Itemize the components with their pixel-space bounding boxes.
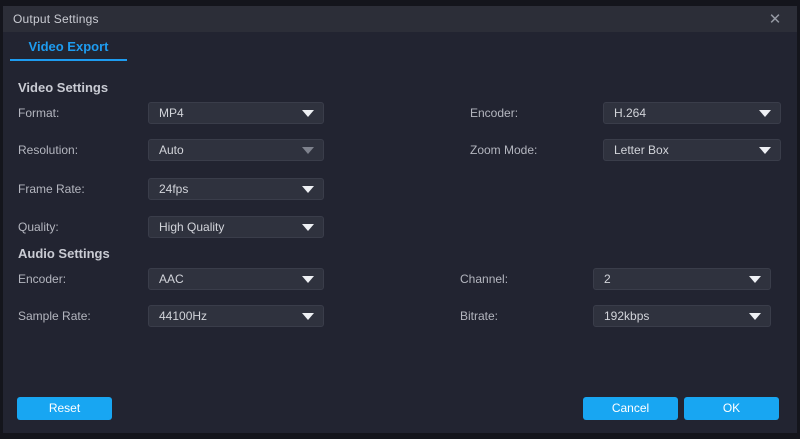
dropdown-value: 2 (604, 269, 611, 289)
field-label-audio-encoder: Encoder: (18, 268, 66, 290)
dropdown-quality[interactable]: High Quality (148, 216, 324, 238)
dropdown-channel[interactable]: 2 (593, 268, 771, 290)
chevron-down-icon (749, 276, 761, 283)
close-icon: ✕ (769, 12, 782, 27)
dropdown-resolution[interactable]: Auto (148, 139, 324, 161)
cancel-button[interactable]: Cancel (583, 397, 678, 420)
reset-button[interactable]: Reset (17, 397, 112, 420)
chevron-down-icon (749, 313, 761, 320)
dropdown-value: Letter Box (614, 140, 669, 160)
chevron-down-icon (302, 313, 314, 320)
chevron-down-icon (759, 147, 771, 154)
chevron-down-icon (302, 276, 314, 283)
field-label-quality: Quality: (18, 216, 59, 238)
dropdown-zoom-mode[interactable]: Letter Box (603, 139, 781, 161)
dropdown-value: 24fps (159, 179, 188, 199)
field-label-format: Format: (18, 102, 59, 124)
ok-button[interactable]: OK (684, 397, 779, 420)
dropdown-audio-encoder[interactable]: AAC (148, 268, 324, 290)
field-label-channel: Channel: (460, 268, 508, 290)
field-label-encoder: Encoder: (470, 102, 518, 124)
dropdown-value: High Quality (159, 217, 224, 237)
field-label-bitrate: Bitrate: (460, 305, 498, 327)
dropdown-value: AAC (159, 269, 184, 289)
titlebar: Output Settings ✕ (3, 6, 797, 32)
chevron-down-icon (759, 110, 771, 117)
dropdown-encoder[interactable]: H.264 (603, 102, 781, 124)
chevron-down-icon (302, 147, 314, 154)
chevron-down-icon (302, 110, 314, 117)
chevron-down-icon (302, 186, 314, 193)
dropdown-value: 192kbps (604, 306, 649, 326)
dropdown-bitrate[interactable]: 192kbps (593, 305, 771, 327)
close-button[interactable]: ✕ (761, 6, 789, 32)
tab-video-export[interactable]: Video Export (10, 36, 127, 61)
field-label-sample-rate: Sample Rate: (18, 305, 91, 327)
dialog-title: Output Settings (13, 12, 99, 26)
section-heading-video-settings: Video Settings (18, 80, 108, 96)
dropdown-value: Auto (159, 140, 184, 160)
field-label-resolution: Resolution: (18, 139, 78, 161)
dialog-body (3, 32, 797, 433)
field-label-zoom-mode: Zoom Mode: (470, 139, 537, 161)
dropdown-format[interactable]: MP4 (148, 102, 324, 124)
section-heading-audio-settings: Audio Settings (18, 246, 110, 262)
chevron-down-icon (302, 224, 314, 231)
dropdown-frame-rate[interactable]: 24fps (148, 178, 324, 200)
dropdown-sample-rate[interactable]: 44100Hz (148, 305, 324, 327)
dropdown-value: H.264 (614, 103, 646, 123)
field-label-frame-rate: Frame Rate: (18, 178, 85, 200)
dropdown-value: MP4 (159, 103, 184, 123)
dropdown-value: 44100Hz (159, 306, 207, 326)
